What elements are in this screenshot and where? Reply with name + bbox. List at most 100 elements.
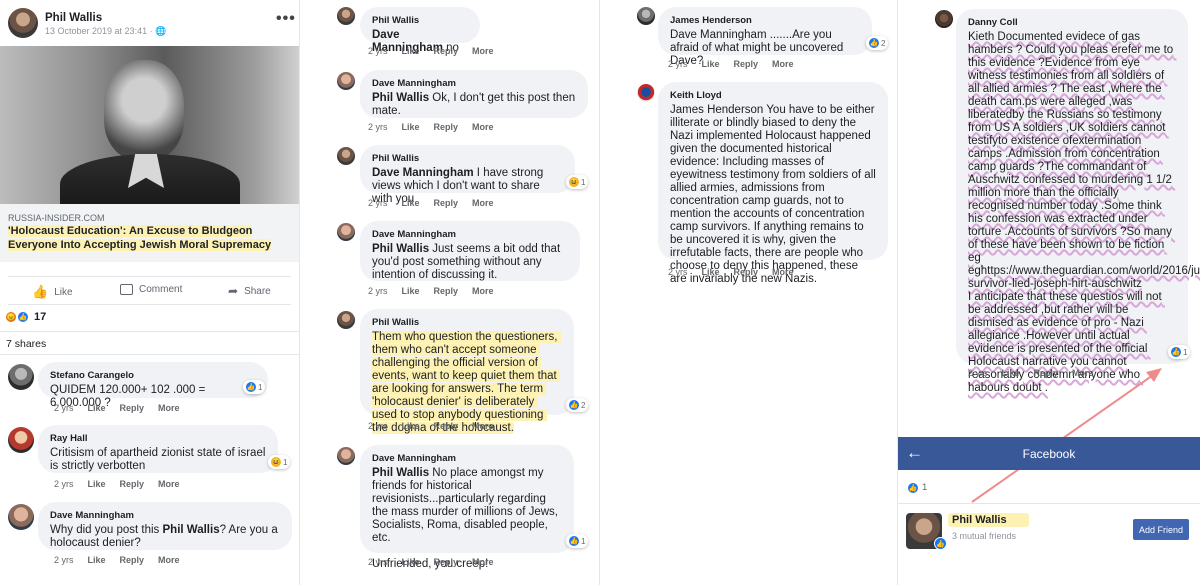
comment-meta: 2 yrs Like Reply More — [368, 198, 494, 208]
mutual-friends[interactable]: 3 mutual friends — [952, 531, 1016, 541]
comment-like[interactable]: Like — [402, 286, 420, 296]
comment-avatar[interactable] — [637, 84, 655, 102]
comment-more[interactable]: More — [472, 46, 494, 56]
like-reaction-icon: 👍 — [569, 400, 579, 410]
comment-avatar[interactable] — [637, 7, 655, 25]
comments-column-3: James Henderson Dave Manningham .......A… — [600, 0, 897, 585]
reaction-summary[interactable]: 😠 👍 17 — [6, 311, 46, 323]
comment-like[interactable]: Like — [88, 403, 106, 413]
comment-like[interactable]: Like — [1002, 368, 1020, 378]
comment-reply[interactable]: Reply — [1034, 368, 1059, 378]
comment-avatar[interactable] — [337, 147, 355, 165]
comment-reply[interactable]: Reply — [120, 403, 145, 413]
comment-more[interactable]: More — [158, 479, 180, 489]
comment-meta: 2 yrs Like Reply More — [54, 403, 180, 413]
comment-meta: 2 yrs Like Reply More — [368, 557, 494, 567]
fb-title: Facebook — [1022, 447, 1076, 461]
comment-more[interactable]: More — [772, 59, 794, 69]
comment-like[interactable]: Like — [402, 557, 420, 567]
share-action[interactable]: ➦ Share — [228, 284, 271, 298]
shares-count[interactable]: 7 shares — [6, 338, 46, 350]
fb-likes[interactable]: 👍 1 — [908, 482, 927, 493]
like-reaction-icon: 👍 — [908, 482, 918, 493]
post-column: Phil Wallis 13 October 2019 at 23:41 · 🌐… — [0, 0, 299, 585]
comment-bubble: Phil Wallis Them who question the questi… — [360, 309, 574, 434]
comment-avatar[interactable] — [8, 427, 34, 453]
comment-meta: 2 yrs Like Reply More — [368, 286, 494, 296]
angry-reaction-icon: 😠 — [6, 312, 16, 322]
comment-like[interactable]: Like — [402, 46, 420, 56]
link-image[interactable] — [0, 46, 299, 204]
comment-like[interactable]: Like — [402, 198, 420, 208]
comment-reactions[interactable]: 👍 2 — [566, 398, 589, 412]
comment-like[interactable]: Like — [88, 479, 106, 489]
comment-bubble: James Henderson Dave Manningham .......A… — [658, 7, 872, 67]
comment-reactions[interactable]: 👍 1 — [1168, 345, 1191, 359]
comment-avatar[interactable] — [337, 7, 355, 25]
comment-more[interactable]: More — [1072, 368, 1094, 378]
comment-reply[interactable]: Reply — [734, 59, 759, 69]
comment-more[interactable]: More — [472, 198, 494, 208]
like-badge-icon: 👍 — [934, 537, 947, 550]
like-action[interactable]: 👍 Like — [32, 284, 73, 300]
comment-bubble: Stefano Carangelo QUIDEM 120.000+ 102 .0… — [38, 362, 268, 409]
comment-reply[interactable]: Reply — [434, 198, 459, 208]
post-author[interactable]: Phil Wallis — [45, 12, 102, 24]
ellipsis-icon[interactable]: ••• — [276, 10, 296, 28]
comment-more[interactable]: More — [472, 122, 494, 132]
comment-reply[interactable]: Reply — [434, 557, 459, 567]
friend-name[interactable]: Phil Wallis — [948, 513, 1029, 527]
like-reaction-icon: 👍 — [869, 38, 879, 48]
comment-like[interactable]: Like — [702, 267, 720, 277]
comment-bubble: Keith Lloyd James Henderson You have to … — [658, 82, 888, 285]
comment-meta: 2 yrs Like Reply More — [368, 421, 494, 431]
comment-reply[interactable]: Reply — [434, 122, 459, 132]
comment-avatar[interactable] — [337, 72, 355, 90]
comment-more[interactable]: More — [158, 403, 180, 413]
comment-reply[interactable]: Reply — [434, 46, 459, 56]
comment-reactions[interactable]: 😆 1 — [268, 455, 291, 469]
comment-like[interactable]: Like — [402, 421, 420, 431]
comment-reply[interactable]: Reply — [120, 479, 145, 489]
link-title: 'Holocaust Education': An Excuse to Blud… — [8, 225, 272, 251]
comment-reply[interactable]: Reply — [434, 421, 459, 431]
comment-avatar[interactable] — [935, 10, 953, 28]
like-reaction-icon: 👍 — [18, 312, 28, 322]
comment-bubble: Phil Wallis Dave Manningham no — [360, 7, 480, 54]
comment-more[interactable]: More — [472, 557, 494, 567]
comments-column-2: Phil Wallis Dave Manningham no 2 yrs Like… — [300, 0, 599, 585]
comment-reactions[interactable]: 😆 1 — [566, 175, 589, 189]
comment-more[interactable]: More — [472, 286, 494, 296]
comment-reactions[interactable]: 👍 2 — [866, 36, 889, 50]
comment-more[interactable]: More — [158, 555, 180, 565]
comment-like[interactable]: Like — [88, 555, 106, 565]
comment-more[interactable]: More — [472, 421, 494, 431]
post-date[interactable]: 13 October 2019 at 23:41 · 🌐 — [45, 26, 166, 37]
comment-like[interactable]: Like — [402, 122, 420, 132]
author-avatar[interactable] — [8, 8, 38, 38]
comment-more[interactable]: More — [772, 267, 794, 277]
comment-avatar[interactable] — [337, 311, 355, 329]
like-reaction-icon: 👍 — [246, 382, 256, 392]
haha-reaction-icon: 😆 — [569, 177, 579, 187]
comment-avatar[interactable] — [337, 223, 355, 241]
thumbs-up-icon: 👍 — [32, 284, 49, 299]
comment-avatar[interactable] — [8, 364, 34, 390]
comment-like[interactable]: Like — [702, 59, 720, 69]
comment-meta: 2 yrs Like Reply More — [54, 555, 180, 565]
comment-bubble: Phil Wallis Dave Manningham I have stron… — [360, 145, 575, 205]
add-friend-button[interactable]: Add Friend — [1133, 519, 1189, 540]
comment-bubble: Ray Hall Critisism of apartheid zionist … — [38, 425, 278, 473]
link-preview-box[interactable]: RUSSIA-INSIDER.COM 'Holocaust Education'… — [0, 204, 299, 262]
comment-avatar[interactable] — [337, 447, 355, 465]
comment-reactions[interactable]: 👍 1 — [243, 380, 266, 394]
comment-action[interactable]: Comment — [120, 284, 182, 295]
share-icon: ➦ — [228, 284, 239, 298]
comment-reply[interactable]: Reply — [120, 555, 145, 565]
reaction-count: 17 — [34, 311, 47, 323]
comment-avatar[interactable] — [8, 504, 34, 530]
comment-reactions[interactable]: 👍 1 — [566, 534, 589, 548]
comment-reply[interactable]: Reply — [434, 286, 459, 296]
comment-reply[interactable]: Reply — [734, 267, 759, 277]
comment-bubble: Dave Manningham Phil Wallis No place amo… — [360, 445, 574, 570]
